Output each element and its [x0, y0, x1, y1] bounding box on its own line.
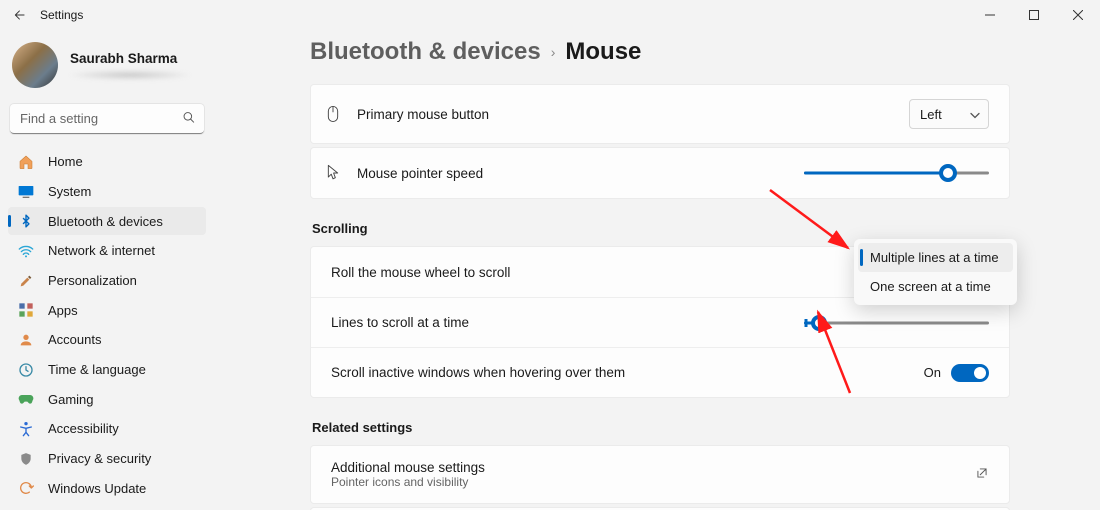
mouse-icon	[323, 105, 343, 123]
related-settings-header: Related settings	[312, 420, 1010, 435]
sidebar-item-home[interactable]: Home	[8, 148, 206, 176]
slider-thumb[interactable]	[939, 164, 957, 182]
search-input[interactable]	[10, 104, 204, 134]
sidebar-item-label: Network & internet	[48, 243, 155, 258]
scroll-inactive-toggle[interactable]	[951, 364, 989, 382]
additional-settings-label: Additional mouse settings	[331, 460, 961, 475]
search-icon	[182, 111, 196, 128]
sidebar-item-windows-update[interactable]: Windows Update	[8, 474, 206, 502]
additional-settings-sub: Pointer icons and visibility	[331, 475, 961, 489]
sidebar-item-time-language[interactable]: Time & language	[8, 356, 206, 384]
primary-button-label: Primary mouse button	[357, 107, 489, 122]
accessibility-icon	[18, 421, 34, 437]
sidebar-item-label: Home	[48, 154, 83, 169]
sidebar-item-privacy[interactable]: Privacy & security	[8, 445, 206, 473]
system-icon	[18, 184, 34, 200]
sidebar-item-label: Privacy & security	[48, 451, 151, 466]
sidebar-item-label: Personalization	[48, 273, 137, 288]
bluetooth-icon	[18, 213, 34, 229]
sidebar-item-accessibility[interactable]: Accessibility	[8, 415, 206, 443]
dropdown-option-multiple-lines[interactable]: Multiple lines at a time	[858, 243, 1013, 272]
lines-to-scroll-label: Lines to scroll at a time	[331, 315, 469, 330]
home-icon	[18, 154, 34, 170]
breadcrumb: Bluetooth & devices › Mouse	[310, 38, 1010, 66]
sidebar-item-label: Time & language	[48, 362, 146, 377]
dropdown-option-one-screen[interactable]: One screen at a time	[858, 272, 1013, 301]
accounts-icon	[18, 332, 34, 348]
toggle-state-label: On	[924, 365, 941, 380]
user-block[interactable]: Saurabh Sharma	[8, 38, 206, 98]
sidebar-item-personalization[interactable]: Personalization	[8, 267, 206, 295]
cursor-icon	[323, 164, 343, 182]
scrolling-header: Scrolling	[312, 221, 1010, 236]
pointer-speed-label: Mouse pointer speed	[357, 166, 483, 181]
sidebar-item-system[interactable]: System	[8, 178, 206, 206]
chevron-right-icon: ›	[551, 44, 556, 60]
sidebar-item-label: Windows Update	[48, 481, 146, 496]
close-icon	[1073, 10, 1083, 20]
primary-button-select[interactable]: Left	[909, 99, 989, 129]
slider-thumb[interactable]	[811, 315, 827, 331]
page-title: Mouse	[565, 38, 641, 66]
sidebar-item-label: Gaming	[48, 392, 94, 407]
time-icon	[18, 362, 34, 378]
select-value: Left	[920, 107, 942, 122]
sidebar-item-label: Apps	[48, 303, 78, 318]
minimize-button[interactable]	[968, 0, 1012, 30]
lines-to-scroll-slider[interactable]	[804, 313, 989, 333]
sidebar-item-label: Accessibility	[48, 421, 119, 436]
window-title: Settings	[40, 8, 83, 22]
sidebar-item-label: System	[48, 184, 91, 199]
avatar	[12, 42, 58, 88]
apps-icon	[18, 302, 34, 318]
roll-wheel-dropdown[interactable]: Multiple lines at a time One screen at a…	[854, 239, 1017, 305]
sidebar-item-gaming[interactable]: Gaming	[8, 385, 206, 413]
window-controls	[968, 0, 1100, 30]
sidebar-item-bluetooth-devices[interactable]: Bluetooth & devices	[8, 207, 206, 235]
pointer-speed-slider[interactable]	[804, 163, 989, 183]
brush-icon	[18, 273, 34, 289]
sidebar-item-network[interactable]: Network & internet	[8, 237, 206, 265]
maximize-button[interactable]	[1012, 0, 1056, 30]
wifi-icon	[18, 243, 34, 259]
maximize-icon	[1029, 10, 1039, 20]
gaming-icon	[18, 391, 34, 407]
user-email-hidden	[70, 70, 190, 80]
additional-mouse-settings-row[interactable]: Additional mouse settings Pointer icons …	[310, 445, 1010, 504]
external-link-icon	[975, 466, 989, 483]
minimize-icon	[985, 10, 995, 20]
back-button[interactable]	[8, 3, 32, 27]
arrow-left-icon	[13, 8, 27, 22]
roll-wheel-label: Roll the mouse wheel to scroll	[331, 265, 510, 280]
sidebar-item-label: Bluetooth & devices	[48, 214, 163, 229]
update-icon	[18, 480, 34, 496]
scroll-inactive-label: Scroll inactive windows when hovering ov…	[331, 365, 625, 380]
user-name: Saurabh Sharma	[70, 51, 190, 66]
chevron-down-icon	[970, 107, 980, 122]
search-box	[10, 104, 204, 134]
sidebar-item-apps[interactable]: Apps	[8, 296, 206, 324]
sidebar-item-label: Accounts	[48, 332, 101, 347]
close-button[interactable]	[1056, 0, 1100, 30]
breadcrumb-parent[interactable]: Bluetooth & devices	[310, 38, 541, 66]
sidebar-item-accounts[interactable]: Accounts	[8, 326, 206, 354]
shield-icon	[18, 451, 34, 467]
